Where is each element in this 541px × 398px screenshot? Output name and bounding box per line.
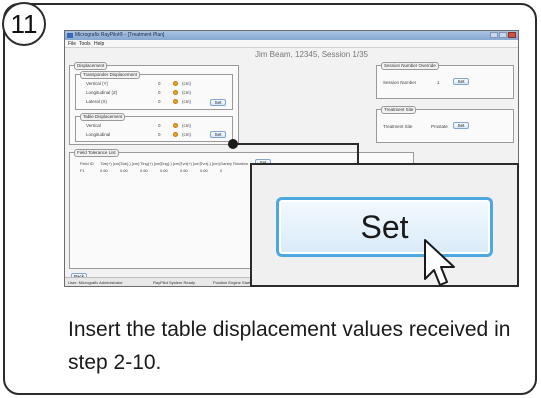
row-unit: (cm) bbox=[182, 81, 191, 86]
step-number: 11 bbox=[10, 8, 38, 39]
displacement-group: Displacement Transponder Displacement Ve… bbox=[69, 62, 239, 145]
app-icon bbox=[67, 33, 73, 38]
row-value: 0 bbox=[158, 99, 161, 104]
window-title: Micrografix RayPilot® - [Treatment Plan] bbox=[75, 32, 165, 38]
column-header: Tlng(-) [cm] bbox=[160, 161, 181, 166]
row-unit: (cm) bbox=[182, 132, 191, 137]
window-controls bbox=[490, 32, 516, 38]
status-user: User: Micrografix Administrator bbox=[68, 280, 123, 285]
column-header: Gantry Rotation bbox=[220, 161, 249, 166]
column-header: Tlat(+) [cm] bbox=[100, 161, 121, 166]
field-tolerance-title: Field Tolerance List bbox=[74, 149, 119, 157]
transponder-displacement-group: Transponder Displacement Vertical (Y) 0 … bbox=[75, 71, 233, 110]
displacement-title: Displacement bbox=[74, 62, 108, 70]
status-system: RayPilot System Ready bbox=[153, 280, 196, 285]
menu-file[interactable]: File bbox=[68, 41, 76, 47]
session-number-value: 1 bbox=[437, 80, 440, 85]
session-number-label: Session Number bbox=[383, 80, 417, 85]
status-dot-icon bbox=[173, 90, 178, 95]
status-dot-icon bbox=[173, 123, 178, 128]
row-value: 0 bbox=[158, 132, 161, 137]
menu-bar: File Tools Help bbox=[65, 40, 518, 48]
column-header: Tvrt(-) [cm] bbox=[200, 161, 220, 166]
cell-value: 0 bbox=[220, 168, 223, 173]
row-label: Longitudinal bbox=[86, 132, 111, 137]
row-value: 0 bbox=[158, 81, 161, 86]
cell-value: 0.60 bbox=[200, 168, 208, 173]
step-number-badge: 11 bbox=[2, 2, 46, 46]
column-header: Tvrt(+) [cm] bbox=[180, 161, 201, 166]
row-value: 0 bbox=[158, 123, 161, 128]
cell-value: 0.60 bbox=[120, 168, 128, 173]
row-unit: (cm) bbox=[182, 90, 191, 95]
row-value: 0 bbox=[158, 90, 161, 95]
row-label: Lateral (X) bbox=[86, 99, 108, 104]
session-override-group: Session Number Override Session Number 1… bbox=[376, 62, 514, 99]
status-dot-icon bbox=[173, 132, 178, 137]
session-label: Jim Beam, 12345, Session 1/35 bbox=[255, 50, 368, 59]
row-label: Longitudinal (Z) bbox=[86, 90, 118, 95]
treatment-site-set-button[interactable]: Set bbox=[453, 122, 469, 129]
menu-help[interactable]: Help bbox=[94, 41, 104, 47]
row-unit: (cm) bbox=[182, 123, 191, 128]
title-bar: Micrografix RayPilot® - [Treatment Plan] bbox=[65, 31, 518, 40]
cell-value: 0.60 bbox=[160, 168, 168, 173]
status-dot-icon bbox=[173, 99, 178, 104]
treatment-site-title: Treatment Site bbox=[381, 106, 417, 114]
menu-tools[interactable]: Tools bbox=[79, 41, 91, 47]
instruction-caption: Insert the table displacement values rec… bbox=[68, 318, 511, 374]
close-icon[interactable] bbox=[508, 32, 516, 38]
minimize-icon[interactable] bbox=[490, 32, 498, 38]
table-displacement-set-button[interactable]: Set bbox=[210, 131, 226, 138]
status-dot-icon bbox=[173, 81, 178, 86]
mouse-pointer-icon bbox=[424, 239, 455, 286]
row-label: Vertical (Y) bbox=[86, 81, 109, 86]
table-displacement-title: Table Displacement bbox=[80, 113, 126, 121]
cell-value: 0.60 bbox=[140, 168, 148, 173]
maximize-icon[interactable] bbox=[499, 32, 507, 38]
treatment-site-group: Treatment Site Treatment Site Prostate S… bbox=[376, 106, 514, 143]
table-displacement-group: Table Displacement Vertical 0 (cm) Longi… bbox=[75, 113, 233, 142]
row-unit: (cm) bbox=[182, 99, 191, 104]
transponder-set-button[interactable]: Set bbox=[210, 99, 226, 106]
session-override-title: Session Number Override bbox=[381, 62, 439, 70]
treatment-site-value: Prostate bbox=[431, 124, 448, 129]
zoom-inset: Set bbox=[250, 163, 519, 287]
cell-value: 0.60 bbox=[100, 168, 108, 173]
cell-value: 0.60 bbox=[180, 168, 188, 173]
column-header: Tlng(+) [cm] bbox=[140, 161, 162, 166]
column-header: Tlat(-) [cm] bbox=[120, 161, 140, 166]
transponder-title: Transponder Displacement bbox=[80, 71, 140, 79]
session-set-button[interactable]: Set bbox=[453, 78, 469, 85]
row-label: Vertical bbox=[86, 123, 101, 128]
status-engine: Position Engine Started bbox=[213, 280, 255, 285]
column-header: Field ID bbox=[80, 161, 94, 166]
treatment-site-label: Treatment Site bbox=[383, 124, 413, 129]
cell-field-id: F1 bbox=[80, 168, 85, 173]
